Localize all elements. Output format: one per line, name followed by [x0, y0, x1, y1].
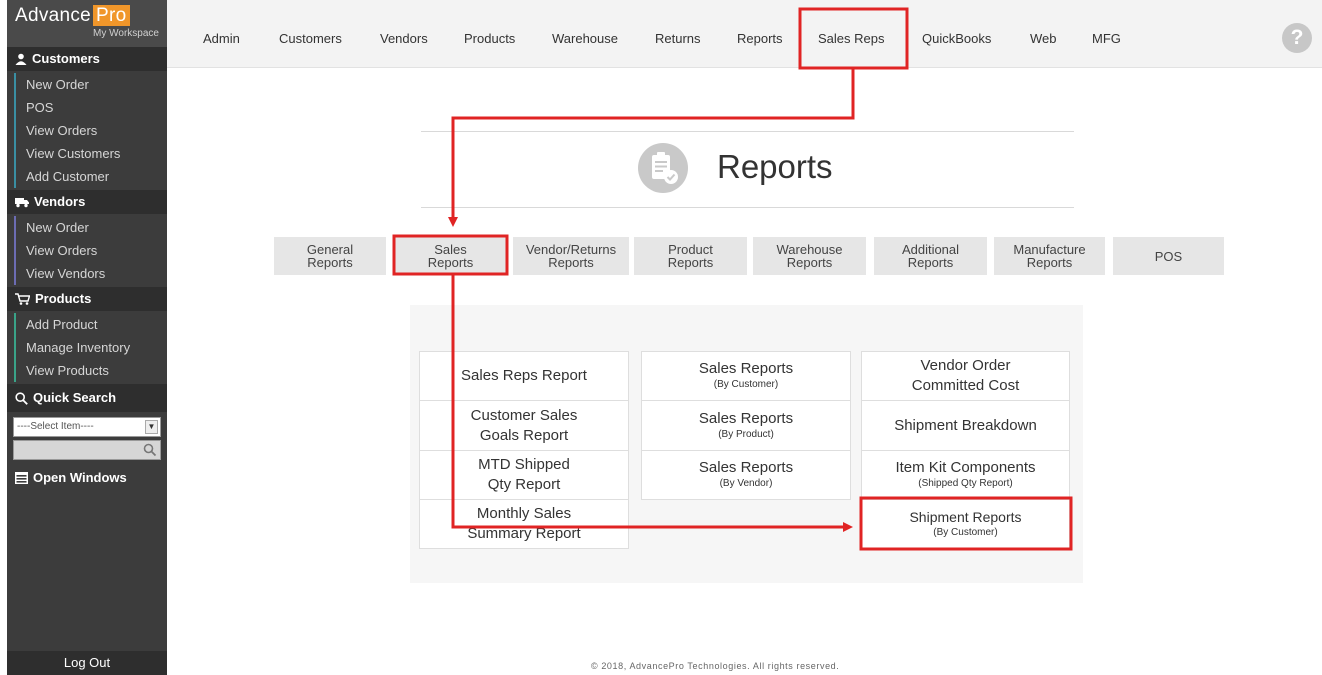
report-mtd-shipped-qty[interactable]: MTD Shipped Qty Report — [419, 450, 629, 500]
nav-web[interactable]: Web — [1030, 0, 1057, 68]
nav-mfg[interactable]: MFG — [1092, 0, 1121, 68]
cart-icon — [15, 293, 30, 305]
logout-button[interactable]: Log Out — [7, 651, 167, 675]
sidebar-section-vendors: Vendors — [7, 190, 167, 214]
sidebar: Advance Pro My Workspace Customers New Or… — [7, 0, 167, 675]
title-divider-bottom — [421, 207, 1074, 208]
sidebar-item-pos[interactable]: POS — [7, 96, 167, 119]
sidebar-item-view-customers[interactable]: View Customers — [7, 142, 167, 165]
tab-sales-reports[interactable]: Sales Reports — [394, 237, 507, 275]
sidebar-item-add-product[interactable]: Add Product — [7, 313, 167, 336]
quick-search-select[interactable]: ----Select Item---- ▼ — [13, 417, 161, 437]
sidebar-section-products: Products — [7, 287, 167, 311]
sidebar-item-manage-inventory[interactable]: Manage Inventory — [7, 336, 167, 359]
nav-warehouse[interactable]: Warehouse — [552, 0, 618, 68]
report-sales-by-customer[interactable]: Sales Reports (By Customer) — [641, 351, 851, 401]
truck-icon — [15, 198, 29, 208]
sidebar-item-vendor-view-orders[interactable]: View Orders — [7, 239, 167, 262]
magnifier-icon[interactable] — [143, 443, 157, 457]
sidebar-item-view-products[interactable]: View Products — [7, 359, 167, 382]
tab-additional-reports[interactable]: Additional Reports — [874, 237, 987, 275]
windows-list-icon — [15, 472, 28, 484]
nav-returns[interactable]: Returns — [655, 0, 701, 68]
nav-products[interactable]: Products — [464, 0, 515, 68]
page-title: Reports — [717, 148, 833, 185]
brand-subtitle: My Workspace — [93, 28, 159, 39]
nav-customers[interactable]: Customers — [279, 0, 342, 68]
report-vendor-order-committed-cost[interactable]: Vendor Order Committed Cost — [861, 351, 1070, 401]
chevron-down-icon[interactable]: ▼ — [145, 420, 158, 434]
tab-manufacture-reports[interactable]: Manufacture Reports — [994, 237, 1105, 275]
quick-search-input[interactable] — [13, 440, 161, 460]
footer-copyright: © 2018, AdvancePro Technologies. All rig… — [591, 661, 840, 671]
nav-vendors[interactable]: Vendors — [380, 0, 428, 68]
title-divider-top — [421, 131, 1074, 132]
sidebar-section-title: Products — [35, 291, 92, 306]
sidebar-item-view-orders[interactable]: View Orders — [7, 119, 167, 142]
sidebar-section-title: Vendors — [34, 194, 86, 209]
tab-vendor-returns-reports[interactable]: Vendor/Returns Reports — [513, 237, 629, 275]
report-sales-reps[interactable]: Sales Reps Report — [419, 351, 629, 401]
tab-pos[interactable]: POS — [1113, 237, 1224, 275]
nav-reports[interactable]: Reports — [737, 0, 783, 68]
nav-admin[interactable]: Admin — [203, 0, 240, 68]
sidebar-item-vendor-new-order[interactable]: New Order — [7, 216, 167, 239]
tab-warehouse-reports[interactable]: Warehouse Reports — [753, 237, 866, 275]
help-icon[interactable]: ? — [1282, 23, 1312, 53]
sidebar-item-new-order[interactable]: New Order — [7, 73, 167, 96]
report-customer-sales-goals[interactable]: Customer Sales Goals Report — [419, 400, 629, 451]
sidebar-open-windows[interactable]: Open Windows — [7, 466, 167, 490]
report-shipment-by-customer[interactable]: Shipment Reports (By Customer) — [861, 499, 1070, 549]
app-logo[interactable]: Advance Pro My Workspace — [7, 0, 167, 47]
sidebar-section-title: Quick Search — [33, 390, 117, 405]
user-icon — [15, 53, 27, 65]
sidebar-section-title: Customers — [32, 51, 100, 66]
report-sales-by-vendor[interactable]: Sales Reports (By Vendor) — [641, 450, 851, 500]
report-item-kit-components[interactable]: Item Kit Components (Shipped Qty Report) — [861, 450, 1070, 500]
sidebar-item-add-customer[interactable]: Add Customer — [7, 165, 167, 188]
brand-name: Advance Pro — [15, 5, 159, 27]
quick-search-select-value: ----Select Item---- — [17, 421, 94, 432]
search-icon — [15, 391, 28, 405]
tab-product-reports[interactable]: Product Reports — [634, 237, 747, 275]
nav-sales-reps[interactable]: Sales Reps — [818, 0, 884, 68]
open-windows-label: Open Windows — [33, 470, 127, 485]
report-monthly-sales-summary[interactable]: Monthly Sales Summary Report — [419, 499, 629, 549]
sidebar-section-customers: Customers — [7, 47, 167, 71]
sidebar-item-view-vendors[interactable]: View Vendors — [7, 262, 167, 285]
report-shipment-breakdown[interactable]: Shipment Breakdown — [861, 400, 1070, 451]
clipboard-check-icon — [638, 143, 688, 193]
nav-quickbooks[interactable]: QuickBooks — [922, 0, 991, 68]
tab-general-reports[interactable]: General Reports — [274, 237, 386, 275]
sidebar-section-quick-search: Quick Search — [7, 384, 167, 412]
report-sales-by-product[interactable]: Sales Reports (By Product) — [641, 400, 851, 451]
